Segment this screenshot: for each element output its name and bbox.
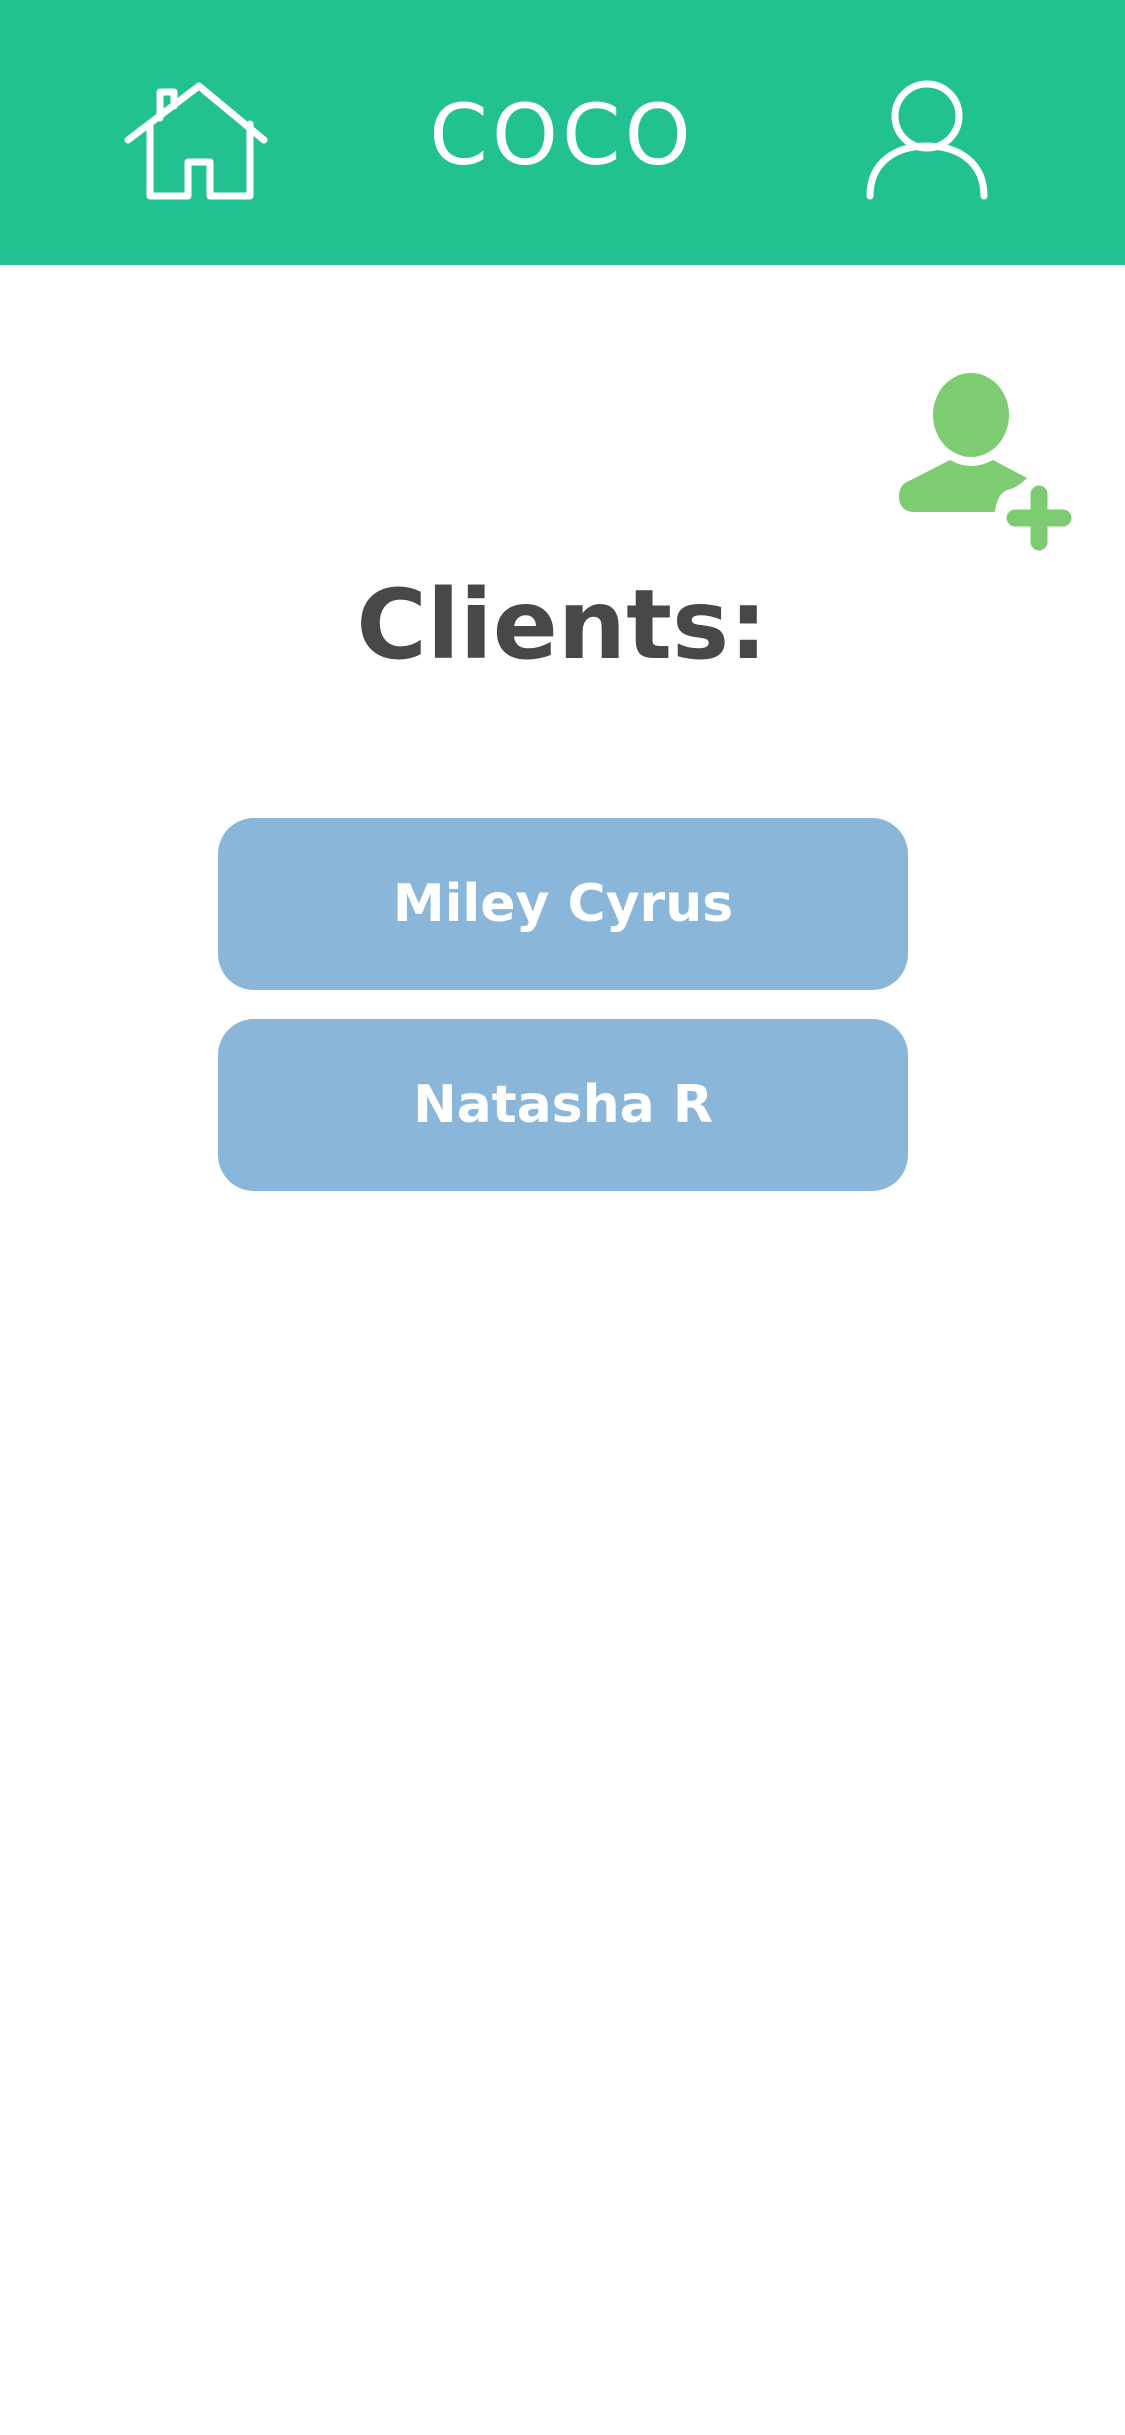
home-icon	[124, 82, 268, 200]
list-item: Miley Cyrus	[218, 818, 908, 990]
list-item: Natasha R	[218, 1019, 908, 1191]
client-button[interactable]: Miley Cyrus	[218, 818, 908, 990]
user-profile-icon	[866, 80, 988, 200]
home-button[interactable]	[122, 78, 272, 208]
app-title: COCO	[429, 86, 695, 184]
client-button[interactable]: Natasha R	[218, 1019, 908, 1191]
page-title: Clients:	[356, 569, 768, 681]
add-client-button[interactable]	[895, 370, 1080, 555]
add-user-icon	[899, 373, 1072, 551]
profile-button[interactable]	[862, 78, 992, 208]
client-list: Miley Cyrus Natasha R	[218, 818, 908, 1220]
app-header: COCO	[0, 0, 1125, 265]
